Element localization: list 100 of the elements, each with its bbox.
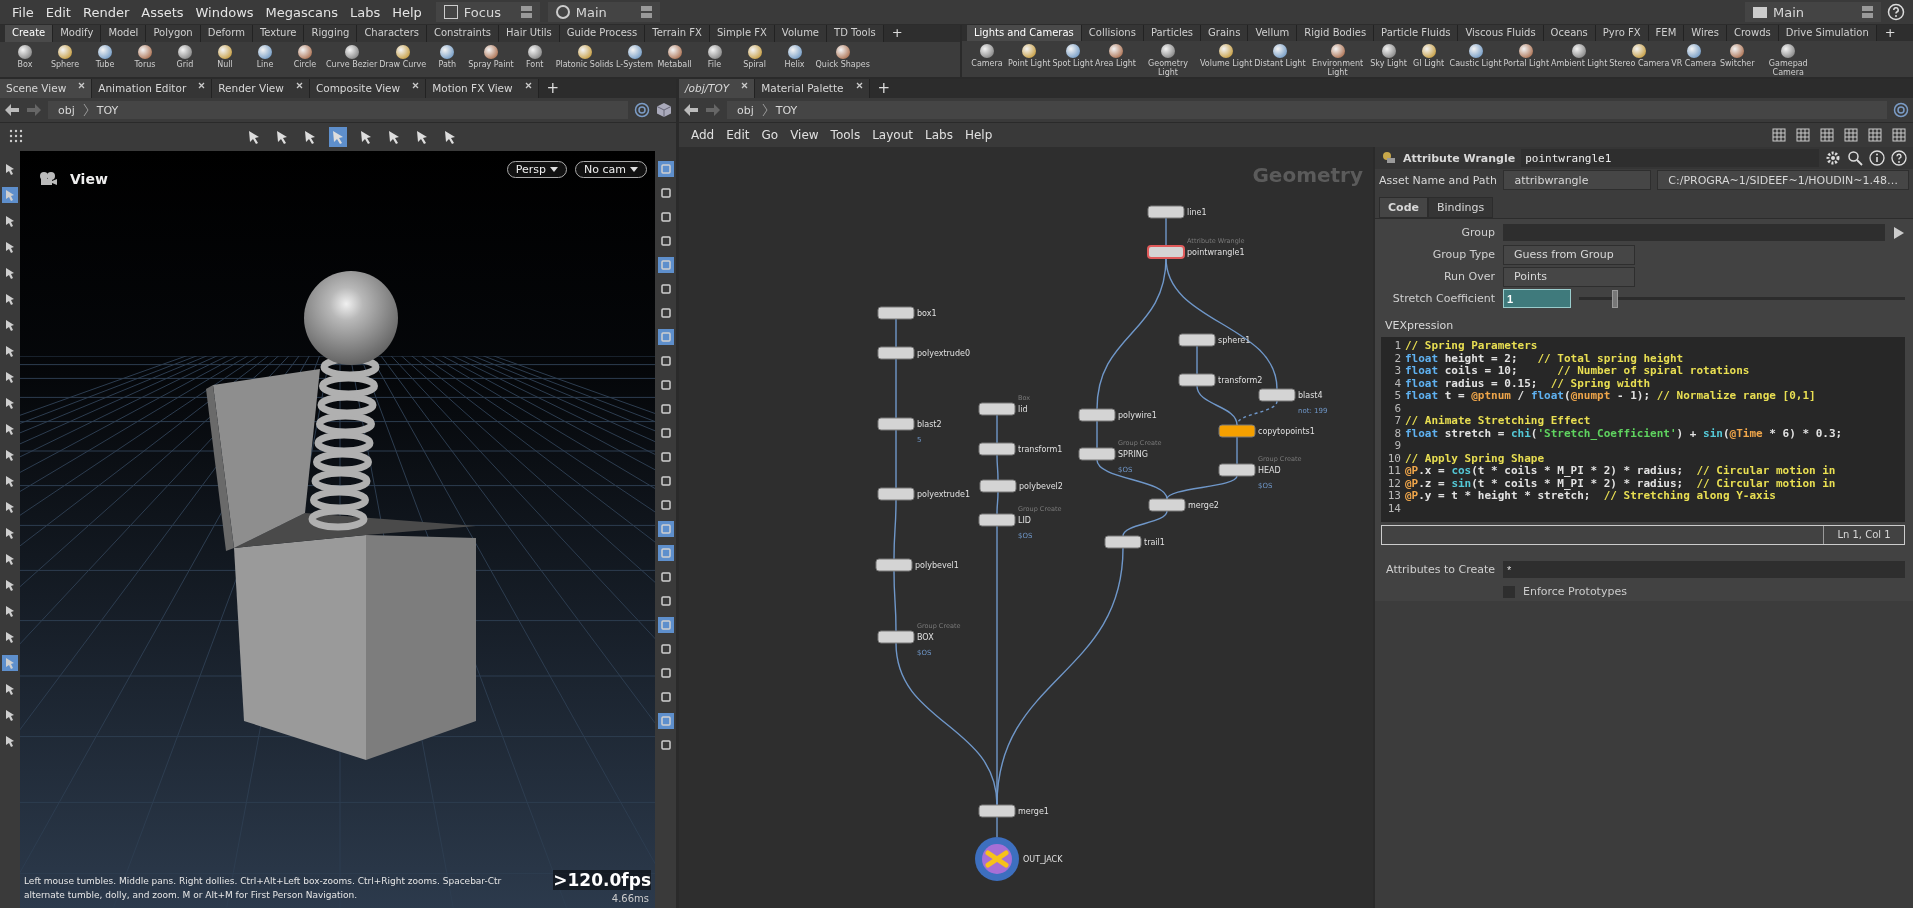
menu-item[interactable]: Edit [39,4,77,20]
shelf-tool-label[interactable]: Tube [95,60,115,69]
menu-item[interactable]: Help [962,128,995,142]
shape-icon[interactable] [1329,43,1346,59]
close-icon[interactable] [295,82,303,89]
projection-dropdown[interactable]: Persp [506,161,568,178]
shape-icon[interactable] [1571,43,1588,59]
shelf-tool-label[interactable]: Sphere [50,60,80,69]
camera-dropdown[interactable]: No cam [575,161,647,178]
shape-icon[interactable] [746,44,763,60]
close-icon[interactable] [741,82,749,89]
shape-icon[interactable] [834,44,851,60]
node[interactable] [1147,205,1185,219]
add-tab-button[interactable]: + [869,79,899,98]
shape-icon[interactable] [394,44,411,60]
node[interactable] [1078,408,1116,422]
code-editor[interactable] [1381,337,1905,522]
node[interactable] [1218,424,1256,438]
shelf-tool-label[interactable]: Torus [134,60,156,69]
shelf-tab[interactable]: Simple FX [709,25,775,42]
cube-icon[interactable] [656,102,672,118]
shelf-tool-label[interactable]: Switcher [1719,59,1755,68]
pane-tab[interactable]: Material Palette [755,79,870,98]
path-field[interactable]: obj TOY [48,101,628,119]
layout-dropdown[interactable]: Main [1745,2,1881,22]
shelf-tool-label[interactable]: Spot Light [1052,59,1094,68]
shelf-tool-label[interactable]: Path [438,60,456,69]
shelf-tool-label[interactable]: Volume Light [1200,59,1253,68]
shape-icon[interactable] [576,44,593,60]
grid-icon[interactable] [1843,127,1859,143]
display-tool-button[interactable] [657,521,674,537]
node[interactable] [877,306,915,320]
shape-icon[interactable] [1107,43,1124,59]
shelf-tool-label[interactable]: Quick Shapes [815,60,870,69]
shelf-tab[interactable]: Characters [357,25,427,42]
menu-item[interactable]: Tools [828,128,863,142]
shelf-tool-label[interactable]: Line [256,60,274,69]
shelf-tab[interactable]: Hair Utils [499,25,560,42]
node[interactable] [1178,373,1216,387]
shape-icon[interactable] [177,44,193,60]
shelf-tool-label[interactable]: Gamepad Camera [1758,59,1819,77]
shelf-tool-label[interactable]: File [707,60,722,69]
node[interactable] [877,417,915,431]
grid-icon[interactable] [1795,127,1811,143]
shelf-tab[interactable]: Lights and Cameras [967,25,1082,41]
shape-icon[interactable] [1518,43,1535,59]
node[interactable] [1147,245,1185,259]
slider-thumb[interactable] [1611,290,1618,308]
menu-item[interactable]: Labs [343,4,387,20]
pane-tab[interactable]: Render View [212,79,310,98]
back-arrow-icon[interactable] [683,103,699,117]
shape-icon[interactable] [706,44,723,60]
shelf-tab[interactable]: Vellum [1248,25,1298,41]
shape-icon[interactable] [1271,43,1288,59]
shelf-tool-label[interactable]: Grid [176,60,194,69]
stretch-value-field[interactable]: 1 [1503,289,1571,308]
node[interactable] [979,479,1017,493]
shape-icon[interactable] [1160,43,1176,59]
shelf-tab[interactable]: Guide Process [559,25,646,42]
output-node[interactable] [975,837,1019,881]
back-arrow-icon[interactable] [4,103,20,117]
node[interactable] [877,487,915,501]
pane-tab[interactable]: Scene View [0,79,93,98]
menu-item[interactable]: Edit [724,128,752,142]
node[interactable] [1178,333,1216,347]
shelf-tab[interactable]: Polygon [146,25,201,42]
shelf-tab[interactable]: Drive Simulation [1778,25,1877,41]
shape-icon[interactable] [57,44,73,60]
display-tool-button[interactable] [657,545,674,561]
display-tool-button[interactable] [657,713,674,729]
node[interactable] [1218,463,1256,477]
shape-icon[interactable] [1380,43,1397,59]
path-field[interactable]: obj TOY [727,101,1887,119]
shelf-tool-label[interactable]: Point Light [1008,59,1051,68]
shape-icon[interactable] [137,44,153,60]
menu-item[interactable]: Windows [189,4,260,20]
menu-item[interactable]: File [6,4,40,20]
display-tool-button[interactable] [657,617,674,633]
menu-item[interactable]: Help [386,4,428,20]
shelf-tab[interactable]: Collisions [1081,25,1144,41]
shape-icon[interactable] [1685,43,1702,59]
network-editor[interactable] [679,147,1373,908]
desktop-dropdown[interactable]: Focus [435,2,540,22]
shelf-tab[interactable]: TD Tools [827,25,884,42]
grid-icon[interactable] [1891,127,1907,143]
shelf-tool-label[interactable]: Ambient Light [1551,59,1608,68]
node[interactable] [877,346,915,360]
run-over-dropdown[interactable]: Points [1503,266,1635,287]
pane-tab[interactable]: Composite View [309,79,427,98]
shelf-tab[interactable]: Terrain FX [645,25,710,42]
menu-item[interactable]: View [788,128,821,142]
node[interactable] [877,630,915,644]
display-tool-button[interactable] [657,257,674,273]
shape-icon[interactable] [343,44,360,60]
shelf-tab[interactable]: Rigid Bodies [1297,25,1375,41]
shelf-tab[interactable]: Deform [200,25,253,42]
add-tab-button[interactable]: + [883,25,911,42]
shape-icon[interactable] [1729,43,1746,59]
shelf-tool-label[interactable]: Sky Light [1370,59,1407,68]
parameter-tab[interactable]: Code [1379,197,1428,218]
